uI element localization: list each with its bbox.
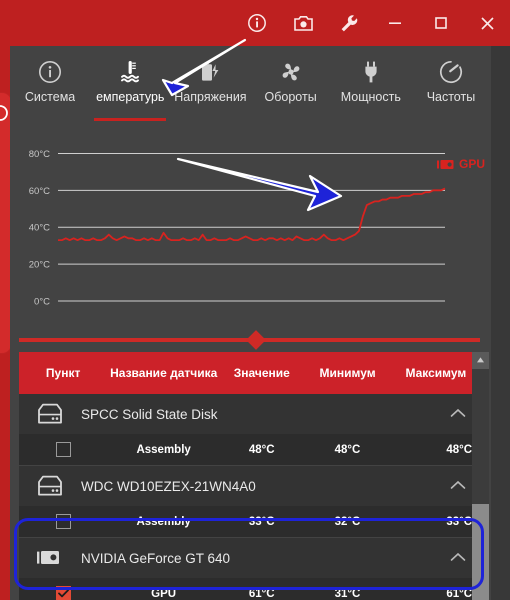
- fan-icon: [251, 58, 331, 85]
- speedometer-icon: [411, 58, 491, 85]
- device-group-header[interactable]: SPCC Solid State Disk: [19, 394, 480, 434]
- tab-fans[interactable]: Обороты: [251, 46, 331, 121]
- sensor-checkbox-cell: [19, 442, 107, 457]
- tab-clocks-label: Частоты: [426, 90, 476, 104]
- graphics-card-icon: [436, 159, 457, 170]
- maximize-icon[interactable]: [418, 0, 464, 46]
- tab-temperatures-label: емпературь: [96, 90, 165, 104]
- main-panel: Система емпературь Напряжения Обороты Мо…: [10, 46, 491, 600]
- sensor-name: Assembly: [136, 443, 191, 456]
- chart-canvas: 0°C 20°C 40°C 60°C 80°C: [29, 149, 446, 308]
- power-plug-icon: [331, 58, 411, 85]
- chart-y-tick-label: 0°C: [34, 297, 50, 308]
- chart-y-tick-label: 40°C: [29, 223, 50, 234]
- battery-bolt-icon: [170, 58, 250, 85]
- slider-knob[interactable]: [246, 330, 266, 350]
- info-circle-icon: [10, 58, 90, 85]
- temperature-chart[interactable]: 0°C 20°C 40°C 60°C 80°C GPU: [10, 121, 491, 327]
- tab-clocks[interactable]: Частоты: [411, 46, 491, 121]
- device-group-header[interactable]: WDC WD10EZEX-21WN4A0: [19, 466, 480, 506]
- column-header-item[interactable]: Пункт: [19, 366, 107, 380]
- chevron-up-icon[interactable]: [450, 405, 466, 423]
- hard-disk-icon: [19, 475, 81, 497]
- chart-y-tick-label: 80°C: [29, 149, 50, 160]
- tab-system-label: Система: [24, 90, 76, 104]
- wrench-icon[interactable]: [326, 0, 372, 46]
- minimize-icon[interactable]: [372, 0, 418, 46]
- chart-y-tick-label: 60°C: [29, 186, 50, 197]
- tab-system[interactable]: Система: [10, 46, 90, 121]
- camera-icon[interactable]: [280, 0, 326, 46]
- column-header-sensor[interactable]: Название датчика: [107, 366, 220, 380]
- tab-fans-label: Обороты: [264, 90, 317, 104]
- device-group: SPCC Solid State Disk Assembly 48°C 48°C 48°…: [19, 394, 480, 466]
- chart-legend[interactable]: GPU: [436, 157, 485, 171]
- tab-bar: Система емпературь Напряжения Обороты Мо…: [10, 46, 491, 121]
- sensor-max: 48°C: [446, 443, 473, 456]
- table-header: Пункт Название датчика Значение Минимум …: [19, 352, 480, 394]
- tab-temperatures[interactable]: емпературь: [90, 46, 170, 121]
- thermometer-icon: [90, 58, 170, 85]
- arrow-up-icon[interactable]: [472, 352, 489, 369]
- sensor-row[interactable]: Assembly 48°C 48°C 48°C: [19, 434, 480, 465]
- tab-voltages-label: Напряжения: [174, 90, 247, 104]
- highlight-nvidia-row: [14, 518, 484, 590]
- tab-power-label: Мощность: [340, 90, 401, 104]
- timeline-slider[interactable]: [10, 327, 491, 352]
- chart-series-line: [58, 187, 446, 242]
- sensor-min: 48°C: [334, 443, 361, 456]
- tab-power[interactable]: Мощность: [331, 46, 411, 121]
- chart-y-tick-label: 20°C: [29, 260, 50, 271]
- device-name: WDC WD10EZEX-21WN4A0: [81, 478, 256, 494]
- tab-voltages[interactable]: Напряжения: [170, 46, 250, 121]
- chart-legend-label: GPU: [458, 157, 485, 171]
- close-icon[interactable]: [464, 0, 510, 46]
- hwinfo-window: Система емпературь Напряжения Обороты Мо…: [0, 0, 510, 600]
- title-bar: [0, 0, 510, 46]
- sensor-value: 48°C: [248, 443, 275, 456]
- device-name: SPCC Solid State Disk: [81, 406, 218, 422]
- column-header-min[interactable]: Минимум: [303, 366, 391, 380]
- chevron-up-icon[interactable]: [450, 477, 466, 495]
- sensor-checkbox[interactable]: [55, 442, 71, 457]
- column-header-value[interactable]: Значение: [220, 366, 303, 380]
- column-header-max[interactable]: Максимум: [392, 366, 480, 380]
- info-icon[interactable]: [234, 0, 280, 46]
- refresh-circle-icon: [0, 103, 10, 123]
- hard-disk-icon: [19, 403, 81, 425]
